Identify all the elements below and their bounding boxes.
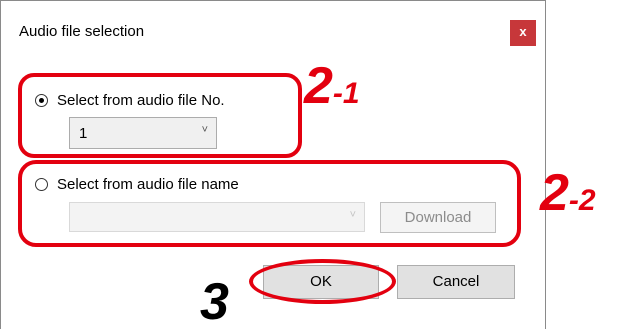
- annotation-2-2-sub: -2: [568, 184, 596, 217]
- highlight-box-2-1: [18, 73, 302, 158]
- highlight-box-2-2: [18, 160, 521, 247]
- annotation-2-1-sub: -1: [332, 77, 360, 110]
- close-icon: x: [519, 24, 527, 39]
- dialog-title: Audio file selection: [19, 23, 145, 40]
- highlight-ellipse-ok: [249, 259, 396, 304]
- annotation-2-2: 2-2: [540, 163, 596, 223]
- annotation-3: 3: [200, 273, 229, 331]
- annotation-2-1: 2-1: [304, 56, 360, 116]
- cancel-label: Cancel: [432, 273, 480, 290]
- cancel-button[interactable]: Cancel: [397, 265, 515, 299]
- annotation-2-2-main: 2: [540, 164, 569, 222]
- close-button[interactable]: x: [510, 20, 536, 46]
- annotation-2-1-main: 2: [304, 57, 333, 115]
